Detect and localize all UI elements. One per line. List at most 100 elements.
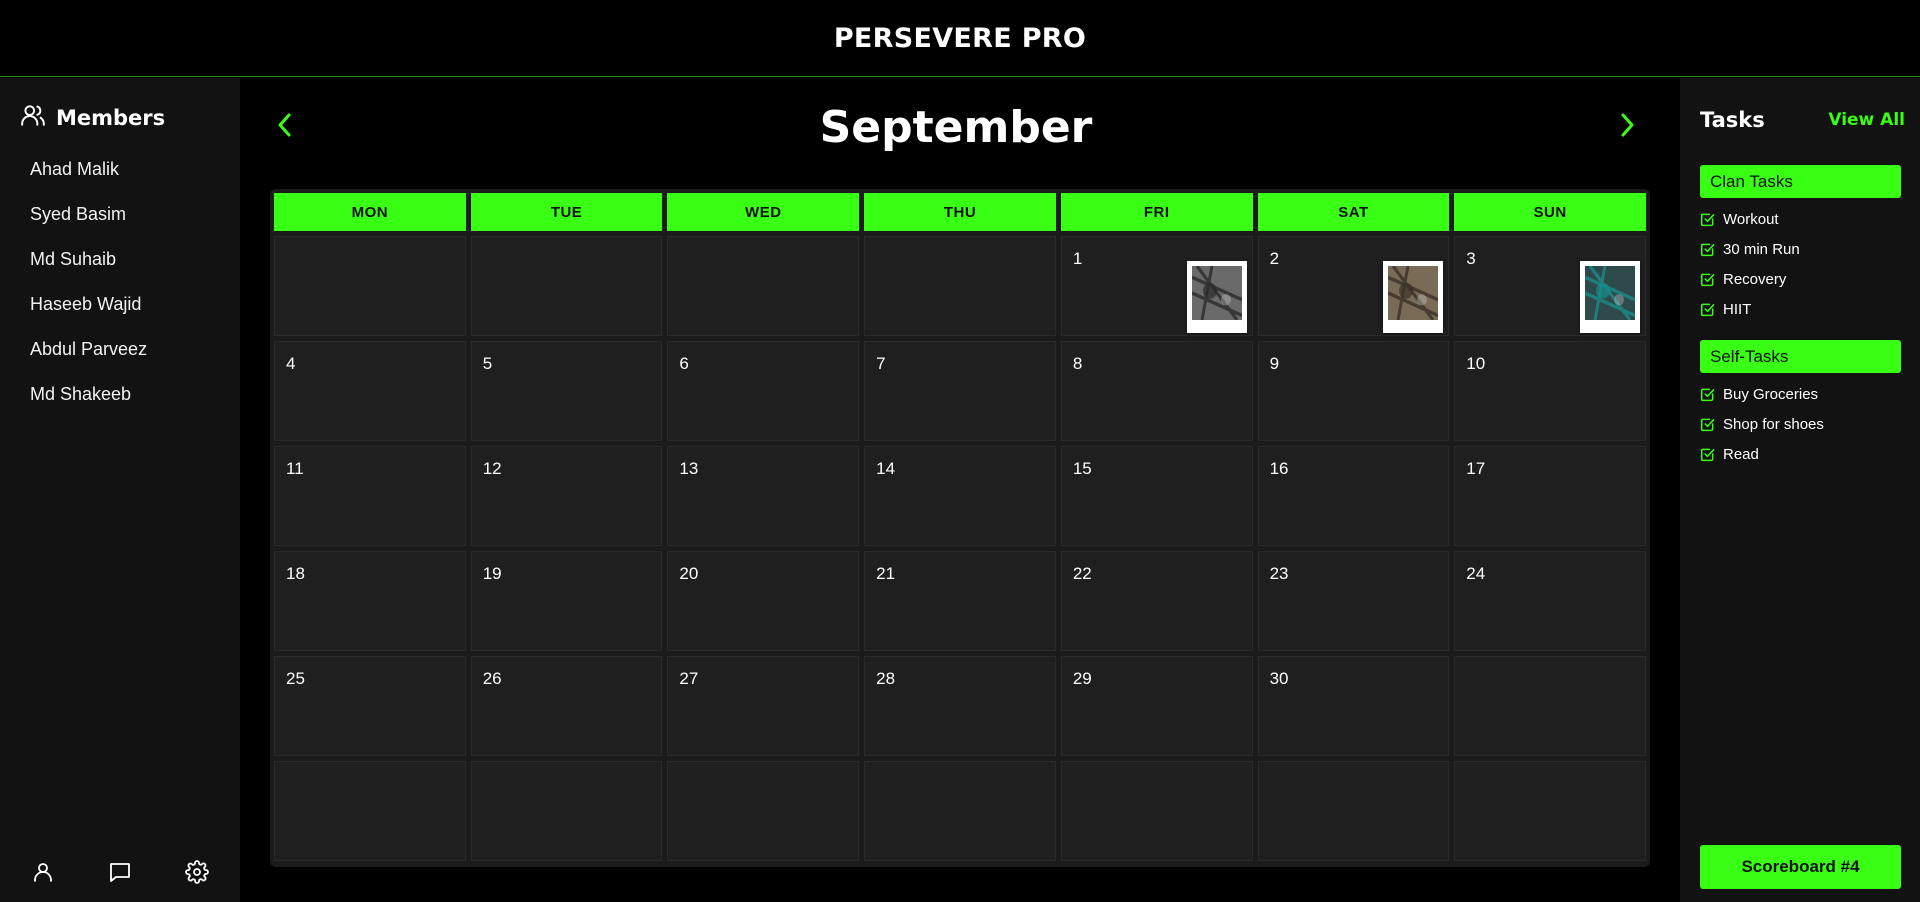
- weekday-header: FRI: [1060, 193, 1253, 231]
- calendar-day-cell[interactable]: [1257, 761, 1450, 861]
- day-number: 24: [1466, 564, 1486, 583]
- calendar-grid-inner: MON TUE WED THU FRI SAT SUN 1 2 3 4 5 6 7 8 9 10 11 12 13 14…: [274, 193, 1646, 863]
- calendar-day-cell[interactable]: [864, 236, 1056, 336]
- member-item[interactable]: Ahad Malik: [30, 157, 147, 202]
- calendar-day-cell[interactable]: 11: [274, 446, 466, 546]
- calendar-day-cell[interactable]: 28: [864, 656, 1056, 756]
- member-item[interactable]: Syed Basim: [30, 202, 147, 247]
- sidebar-footer: [0, 858, 240, 890]
- calendar-day-cell[interactable]: 20: [667, 551, 860, 651]
- task-item[interactable]: HIIT: [1700, 294, 1800, 324]
- calendar-day-cell[interactable]: [864, 761, 1056, 861]
- settings-icon: [185, 859, 210, 889]
- calendar-day-cell[interactable]: 30: [1257, 656, 1450, 756]
- task-label: Buy Groceries: [1723, 385, 1819, 403]
- task-item[interactable]: Buy Groceries: [1700, 379, 1824, 409]
- calendar-day-cell[interactable]: 6: [667, 341, 860, 441]
- member-item[interactable]: Haseeb Wajid: [30, 292, 147, 337]
- checkbox-checked-icon[interactable]: [1700, 447, 1715, 462]
- next-month-button[interactable]: [1612, 110, 1642, 144]
- member-item[interactable]: Md Suhaib: [30, 247, 147, 292]
- day-number: 3: [1466, 249, 1476, 268]
- task-item[interactable]: Recovery: [1700, 264, 1800, 294]
- day-number: 25: [286, 669, 305, 688]
- calendar-day-cell[interactable]: 15: [1060, 446, 1253, 546]
- task-label: Recovery: [1723, 270, 1787, 288]
- members-header: Members: [20, 102, 165, 133]
- users-icon: [20, 102, 46, 133]
- calendar-day-cell[interactable]: 29: [1060, 656, 1253, 756]
- calendar-day-cell[interactable]: 26: [470, 656, 663, 756]
- calendar-day-cell[interactable]: [667, 761, 860, 861]
- calendar-day-cell[interactable]: 25: [274, 656, 466, 756]
- calendar-day-cell[interactable]: [1454, 656, 1646, 756]
- checkbox-checked-icon[interactable]: [1700, 302, 1715, 317]
- calendar-day-cell[interactable]: [470, 761, 663, 861]
- calendar-day-cell[interactable]: [274, 236, 466, 336]
- workout-photo-thumbnail[interactable]: [1383, 261, 1444, 333]
- calendar-day-cell[interactable]: 13: [667, 446, 860, 546]
- calendar-day-cell[interactable]: 24: [1454, 551, 1646, 651]
- task-item[interactable]: Read: [1700, 439, 1824, 469]
- calendar-day-cell[interactable]: [1060, 761, 1253, 861]
- profile-button[interactable]: [27, 858, 59, 890]
- photo-image: [1584, 264, 1636, 322]
- calendar-day-cell[interactable]: 10: [1454, 341, 1646, 441]
- clan-tasks-button[interactable]: Clan Tasks: [1700, 165, 1901, 198]
- calendar-day-cell[interactable]: 4: [274, 341, 466, 441]
- tasks-title: Tasks: [1700, 108, 1765, 132]
- self-tasks-button[interactable]: Self-Tasks: [1700, 340, 1901, 373]
- chat-button[interactable]: [104, 858, 136, 890]
- checkbox-checked-icon[interactable]: [1700, 212, 1715, 227]
- task-item[interactable]: Workout: [1700, 204, 1800, 234]
- weekday-header: THU: [864, 193, 1056, 231]
- calendar-day-cell[interactable]: 27: [667, 656, 860, 756]
- task-item[interactable]: 30 min Run: [1700, 234, 1800, 264]
- day-number: 2: [1269, 249, 1280, 268]
- day-number: 30: [1269, 669, 1289, 688]
- calendar-day-cell[interactable]: 1: [1060, 236, 1253, 336]
- calendar-day-cell[interactable]: 23: [1257, 551, 1450, 651]
- day-number: 20: [679, 564, 699, 583]
- checkbox-checked-icon[interactable]: [1700, 272, 1715, 287]
- calendar-day-cell[interactable]: 14: [864, 446, 1056, 546]
- workout-photo-thumbnail[interactable]: [1186, 261, 1247, 333]
- calendar-day-cell[interactable]: 12: [470, 446, 663, 546]
- member-item[interactable]: Abdul Parveez: [30, 337, 147, 382]
- task-item[interactable]: Shop for shoes: [1700, 409, 1824, 439]
- member-item[interactable]: Md Shakeeb: [30, 382, 147, 427]
- day-number: 7: [876, 354, 886, 373]
- settings-button[interactable]: [181, 858, 213, 890]
- calendar-day-cell[interactable]: 5: [470, 341, 663, 441]
- member-list: Ahad Malik Syed Basim Md Suhaib Haseeb Waji…: [30, 157, 147, 427]
- checkbox-checked-icon[interactable]: [1700, 417, 1715, 432]
- calendar-day-cell[interactable]: 3: [1454, 236, 1646, 336]
- calendar-day-cell[interactable]: 8: [1060, 341, 1253, 441]
- view-all-link[interactable]: View All: [1828, 110, 1905, 130]
- calendar-day-cell[interactable]: [274, 761, 466, 861]
- clan-task-list: Workout 30 min Run Recovery HIIT: [1700, 204, 1800, 324]
- calendar-day-cell[interactable]: 16: [1257, 446, 1450, 546]
- calendar-day-cell[interactable]: 19: [470, 551, 663, 651]
- calendar-day-cell[interactable]: 2: [1257, 236, 1450, 336]
- calendar-day-cell[interactable]: 17: [1454, 446, 1646, 546]
- calendar-day-cell[interactable]: 9: [1257, 341, 1450, 441]
- calendar-day-cell[interactable]: [470, 236, 663, 336]
- day-number: 29: [1072, 669, 1092, 688]
- weekday-header: TUE: [470, 193, 663, 231]
- photo-image: [1387, 264, 1439, 322]
- calendar-day-cell[interactable]: 22: [1060, 551, 1253, 651]
- calendar-grid: MON TUE WED THU FRI SAT SUN 1 2 3 4 5 6 7 8 9 10 11 12 13 14…: [270, 189, 1650, 867]
- calendar-day-cell[interactable]: 21: [864, 551, 1056, 651]
- weekday-header: MON: [274, 193, 466, 231]
- calendar-day-cell[interactable]: 18: [274, 551, 466, 651]
- calendar-day-cell[interactable]: [1454, 761, 1646, 861]
- checkbox-checked-icon[interactable]: [1700, 387, 1715, 402]
- month-navigation: September: [270, 98, 1642, 158]
- checkbox-checked-icon[interactable]: [1700, 242, 1715, 257]
- scoreboard-button[interactable]: Scoreboard #4: [1700, 845, 1901, 889]
- workout-photo-thumbnail[interactable]: [1579, 261, 1640, 333]
- day-number: 6: [679, 354, 689, 373]
- calendar-day-cell[interactable]: [667, 236, 860, 336]
- calendar-day-cell[interactable]: 7: [864, 341, 1056, 441]
